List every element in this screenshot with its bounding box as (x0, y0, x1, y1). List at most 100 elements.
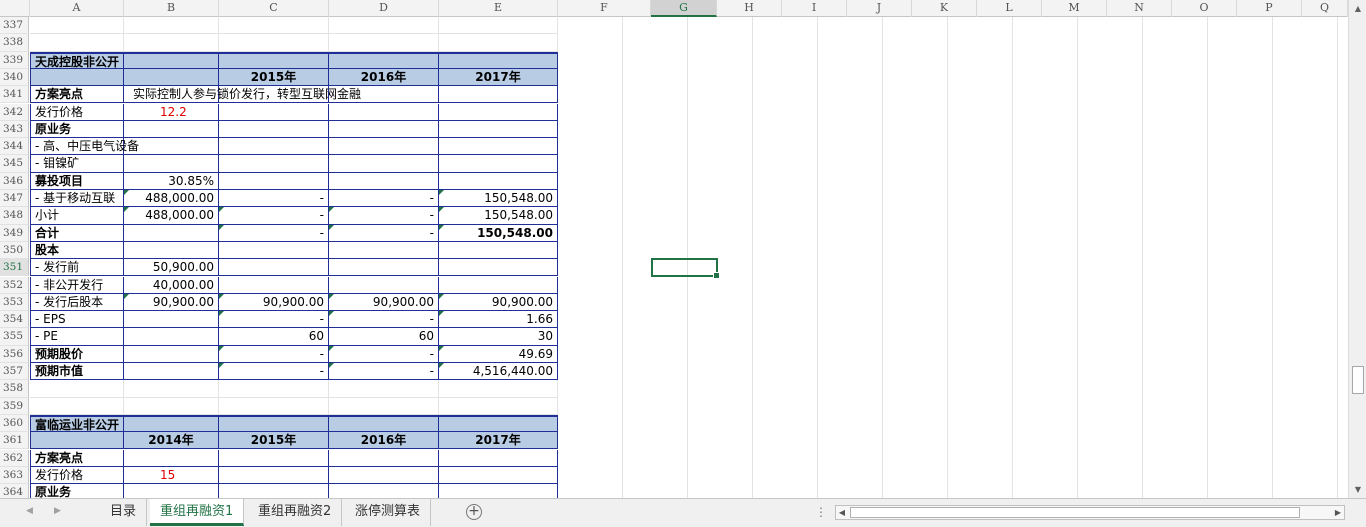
cell-e346[interactable] (439, 172, 558, 190)
scroll-left-arrow-icon[interactable]: ◀ (836, 506, 848, 519)
cell-e359[interactable] (439, 397, 558, 415)
cell-e347[interactable]: 150,548.00 (439, 190, 558, 208)
cell-e348[interactable]: 150,548.00 (439, 207, 558, 225)
cell-c357[interactable]: - (219, 363, 329, 381)
cell-d351[interactable] (329, 259, 439, 277)
more-icon[interactable]: ⋮ (815, 505, 827, 519)
cell-d358[interactable] (329, 380, 439, 398)
cell-e339[interactable] (439, 51, 558, 69)
row-header[interactable]: 357 (0, 363, 29, 381)
row-header[interactable]: 353 (0, 293, 29, 312)
row-header[interactable]: 355 (0, 328, 29, 346)
cell-d361[interactable]: 2016年 (329, 432, 439, 450)
sheet-tab[interactable]: 涨停测算表 (345, 499, 432, 526)
cell-e337[interactable] (439, 17, 558, 35)
cell-e344[interactable] (439, 138, 558, 156)
cell-d342[interactable] (329, 103, 439, 121)
row-header[interactable]: 345 (0, 155, 29, 173)
cell-c354[interactable]: - (219, 311, 329, 329)
row-header[interactable]: 352 (0, 276, 29, 294)
scroll-right-arrow-icon[interactable]: ▶ (1332, 506, 1344, 519)
cell-a353[interactable]: - 发行后股本 (30, 293, 124, 312)
row-header[interactable]: 359 (0, 397, 29, 415)
column-header-q[interactable]: Q (1302, 0, 1348, 17)
cell-d349[interactable]: - (329, 224, 439, 242)
cell-e354[interactable]: 1.66 (439, 311, 558, 329)
row-header[interactable]: 339 (0, 51, 29, 69)
column-header-d[interactable]: D (329, 0, 439, 17)
row-header[interactable]: 354 (0, 311, 29, 329)
column-header-i[interactable]: I (782, 0, 847, 17)
cell-d343[interactable] (329, 120, 439, 139)
row-header[interactable]: 337 (0, 17, 29, 35)
cell-a361[interactable] (30, 432, 124, 450)
cell-c363[interactable] (219, 466, 329, 485)
cell-e341[interactable] (439, 86, 558, 104)
cell-b355[interactable] (124, 328, 219, 346)
cell-d337[interactable] (329, 17, 439, 35)
cell-e349[interactable]: 150,548.00 (439, 224, 558, 242)
cell-d357[interactable]: - (329, 363, 439, 381)
cell-a348[interactable]: 小计 (30, 207, 124, 225)
column-header-n[interactable]: N (1107, 0, 1172, 17)
cell-b348[interactable]: 488,000.00 (124, 207, 219, 225)
vertical-scroll-thumb[interactable] (1352, 366, 1364, 394)
cell-d355[interactable]: 60 (329, 328, 439, 346)
column-header-e[interactable]: E (439, 0, 558, 17)
cell-b343[interactable] (124, 120, 219, 139)
cell-d345[interactable] (329, 155, 439, 173)
cell-a340[interactable] (30, 68, 124, 87)
cell-c343[interactable] (219, 120, 329, 139)
row-header[interactable]: 340 (0, 68, 29, 87)
cell-a363[interactable]: 发行价格 (30, 466, 124, 485)
cell-b350[interactable] (124, 241, 219, 260)
cell-d359[interactable] (329, 397, 439, 415)
cell-c356[interactable]: - (219, 345, 329, 363)
cell-d353[interactable]: 90,900.00 (329, 293, 439, 312)
cell-b342[interactable]: 12.2 (124, 103, 219, 121)
cell-b349[interactable] (124, 224, 219, 242)
column-header-m[interactable]: M (1042, 0, 1107, 17)
cell-b361[interactable]: 2014年 (124, 432, 219, 450)
cell-b347[interactable]: 488,000.00 (124, 190, 219, 208)
cell-c344[interactable] (219, 138, 329, 156)
cell-d350[interactable] (329, 241, 439, 260)
cell-d364[interactable] (329, 484, 439, 498)
sheet-tab[interactable]: 重组再融资1 (150, 499, 245, 526)
cell-c349[interactable]: - (219, 224, 329, 242)
cell-a338[interactable] (30, 34, 124, 52)
cell-e356[interactable]: 49.69 (439, 345, 558, 363)
cell-b345[interactable] (124, 155, 219, 173)
cell-d354[interactable]: - (329, 311, 439, 329)
sheet-tab[interactable]: 重组再融资2 (248, 499, 343, 526)
row-header[interactable]: 350 (0, 241, 29, 260)
cell-e360[interactable] (439, 414, 558, 433)
cell-e345[interactable] (439, 155, 558, 173)
column-header-p[interactable]: P (1237, 0, 1302, 17)
cell-a362[interactable]: 方案亮点 (30, 449, 124, 467)
cell-c346[interactable] (219, 172, 329, 190)
cell-d344[interactable] (329, 138, 439, 156)
cell-d346[interactable] (329, 172, 439, 190)
cell-c342[interactable] (219, 103, 329, 121)
cell-b364[interactable] (124, 484, 219, 498)
column-header-b[interactable]: B (124, 0, 219, 17)
cell-c345[interactable] (219, 155, 329, 173)
cell-a358[interactable] (30, 380, 124, 398)
cell-c348[interactable]: - (219, 207, 329, 225)
cell-d347[interactable]: - (329, 190, 439, 208)
cell-e358[interactable] (439, 380, 558, 398)
cell-b352[interactable]: 40,000.00 (124, 276, 219, 294)
cell-e342[interactable] (439, 103, 558, 121)
cell-e343[interactable] (439, 120, 558, 139)
cell-c339[interactable] (219, 51, 329, 69)
prev-sheet-arrow-icon[interactable]: ◀ (26, 506, 33, 516)
row-header[interactable]: 346 (0, 172, 29, 190)
cell-a342[interactable]: 发行价格 (30, 103, 124, 121)
cell-d338[interactable] (329, 34, 439, 52)
cell-c337[interactable] (219, 17, 329, 35)
cell-e353[interactable]: 90,900.00 (439, 293, 558, 312)
cell-e364[interactable] (439, 484, 558, 498)
cell-d362[interactable] (329, 449, 439, 467)
cell-b346[interactable]: 30.85% (124, 172, 219, 190)
